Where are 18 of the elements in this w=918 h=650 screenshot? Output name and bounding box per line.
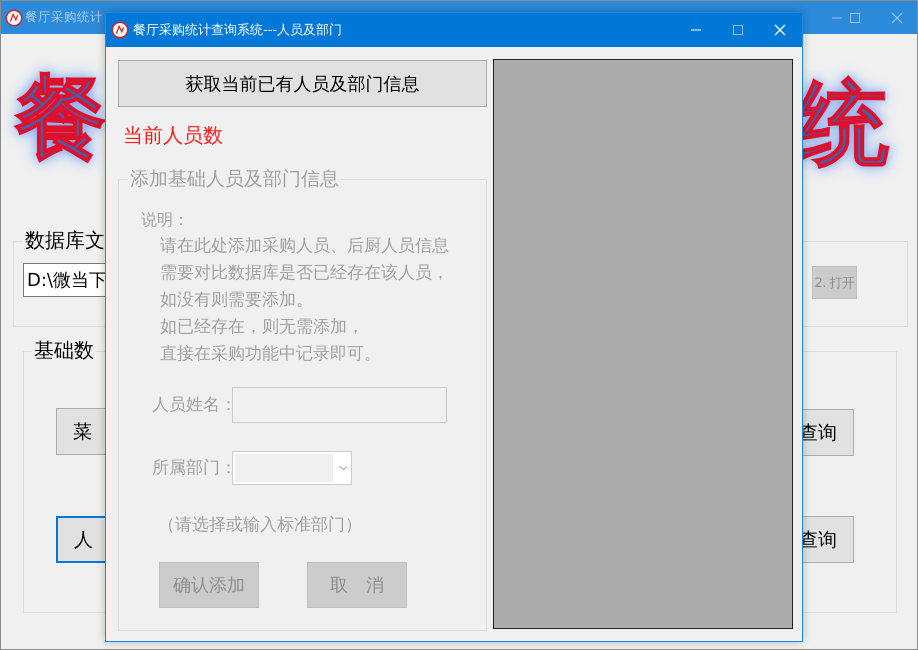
description-text: 如没有则需要添加。 [160, 288, 313, 312]
description-text: 需要对比数据库是否已经存在该人员， [160, 262, 449, 285]
description-heading: 说明： [141, 208, 189, 231]
banner-character: 餐 [15, 63, 107, 173]
banner-character: 统 [797, 69, 889, 179]
field-label: 人员姓名： [152, 394, 232, 416]
description-text: 请在此处添加采购人员、后厨人员信息 [160, 234, 449, 258]
hint-text: （请选择或输入标准部门） [158, 514, 362, 536]
maximize-icon[interactable] [732, 24, 744, 36]
fetch-button[interactable]: 获取当前已有人员及部门信息 [118, 60, 487, 107]
description-text: 如已经存在，则无需添加， [160, 316, 364, 339]
description-text: 直接在采购功能中记录即可。 [160, 342, 381, 366]
app-logo-icon [111, 21, 129, 39]
app-logo-icon [5, 9, 23, 27]
field-label: 所属部门： [152, 457, 232, 480]
window-title: 餐厅采购统计 [25, 9, 103, 26]
staff-count-label: 当前人员数 [123, 122, 223, 149]
window-title: 餐厅采购统计查询系统---人员及部门 [133, 22, 342, 39]
